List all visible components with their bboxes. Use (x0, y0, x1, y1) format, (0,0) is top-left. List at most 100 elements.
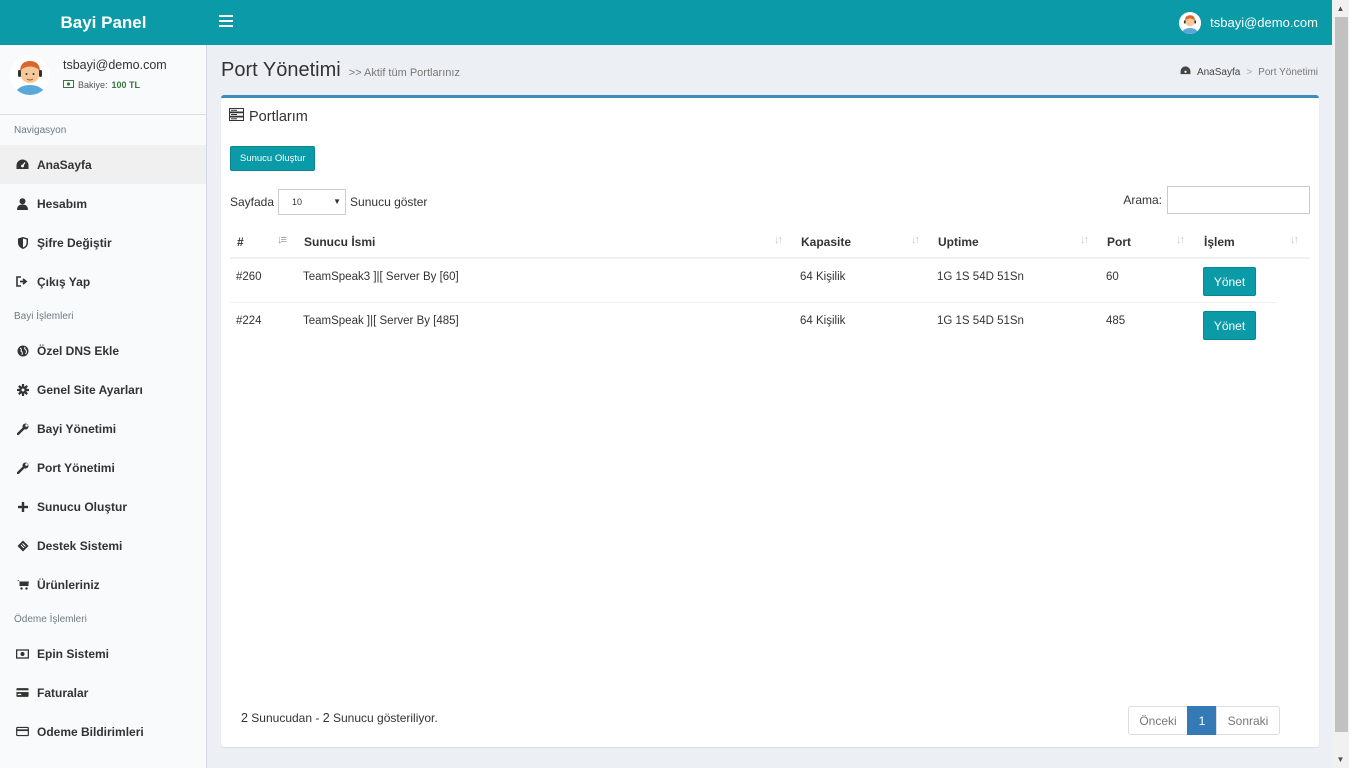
credit-card-icon (16, 686, 29, 699)
logo[interactable]: Bayi Panel (0, 0, 207, 45)
sidebar-user-email: tsbayi@demo.com (63, 58, 167, 72)
cell-capacity: 64 Kişilik (800, 315, 846, 327)
breadcrumb: AnaSayfa > Port Yönetimi (1180, 66, 1318, 78)
column-header-name[interactable]: Sunucu İsmi (304, 225, 375, 259)
sort-icon[interactable]: ↓↑ (1176, 234, 1185, 246)
sign-out-icon (16, 275, 29, 288)
sort-icon[interactable]: ↓↑ (774, 234, 783, 246)
avatar (1179, 11, 1202, 34)
balance-value: 100 TL (111, 80, 141, 90)
cart-icon (16, 578, 29, 591)
breadcrumb-separator: > (1246, 66, 1253, 78)
menu-toggle-icon[interactable] (219, 15, 233, 27)
page-length-value: 10 (292, 197, 303, 207)
sidebar-item-label: Sunucu Oluştur (37, 499, 127, 514)
balance: Bakiye: 100 TL (63, 80, 140, 90)
sidebar-item-urunleriniz[interactable]: Ürünleriniz (0, 565, 206, 604)
search-control: Arama: (1123, 186, 1310, 214)
sidebar-item-odeme-bildirimleri[interactable]: Odeme Bildirimleri (0, 712, 206, 751)
sidebar-item-label: Hesabım (37, 196, 88, 211)
sidebar-user-panel: tsbayi@demo.com Bakiye: 100 TL (0, 45, 206, 115)
cell-name: TeamSpeak ]|[ Server By [485] (303, 315, 459, 327)
table-row: #224 TeamSpeak ]|[ Server By [485] 64 Ki… (230, 303, 1276, 347)
wrench-icon (16, 422, 29, 435)
sidebar-item-port-yonetimi[interactable]: Port Yönetimi (0, 448, 206, 487)
table-info: 2 Sunucudan - 2 Sunucu gösteriliyor. (241, 711, 438, 725)
cell-uptime: 1G 1S 54D 51Sn (937, 315, 1024, 327)
section-header-navigation: Navigasyon (14, 124, 67, 136)
user-menu[interactable]: tsbayi@demo.com (1179, 0, 1318, 45)
page-subtitle: >> Aktif tüm Portlarınız (348, 67, 460, 79)
box-title-text: Portlarım (249, 108, 308, 125)
user-icon (16, 197, 29, 210)
dashboard-icon (16, 158, 29, 171)
sidebar-item-sifre-degistir[interactable]: Şifre Değiştir (0, 223, 206, 262)
ports-table: # ↓≡ Sunucu İsmi ↓↑ Kapasite ↓↑ Uptime ↓… (230, 225, 1310, 347)
length-suffix: Sunucu göster (350, 195, 428, 209)
page-scrollbar[interactable]: ▲ ▼ (1332, 0, 1366, 768)
column-header-capacity[interactable]: Kapasite (801, 225, 851, 259)
sidebar-item-bayi-yonetimi[interactable]: Bayi Yönetimi (0, 409, 206, 448)
sort-icon[interactable]: ↓↑ (911, 234, 920, 246)
sidebar-item-label: AnaSayfa (37, 157, 92, 172)
section-header-odeme-islemleri: Ödeme İşlemleri (14, 613, 87, 625)
info-text-1: Sunucudan - (251, 711, 320, 725)
column-header-action[interactable]: İşlem (1204, 225, 1235, 259)
box-title: Portlarım (229, 108, 308, 125)
sidebar-item-genel-site-ayarlari[interactable]: Genel Site Ayarları (0, 370, 206, 409)
page-title: Port Yönetimi (221, 59, 341, 81)
sidebar-item-hesabim[interactable]: Hesabım (0, 184, 206, 223)
sidebar-item-label: Odeme Bildirimleri (37, 724, 144, 739)
column-header-uptime[interactable]: Uptime (938, 225, 979, 259)
pagination-page-1[interactable]: 1 (1187, 706, 1217, 735)
shield-icon (16, 236, 29, 249)
sidebar-item-label: Faturalar (37, 685, 89, 700)
sidebar-item-label: Epin Sistemi (37, 646, 110, 661)
sort-icon[interactable]: ↓↑ (1080, 234, 1089, 246)
plus-icon (16, 500, 29, 513)
manage-button[interactable]: Yönet (1203, 267, 1256, 296)
pagination-prev[interactable]: Önceki (1128, 706, 1188, 735)
manage-button[interactable]: Yönet (1203, 311, 1256, 340)
pagination-next[interactable]: Sonraki (1216, 706, 1280, 735)
server-icon (229, 108, 244, 125)
sidebar-item-faturalar[interactable]: Faturalar (0, 673, 206, 712)
sidebar-item-label: Özel DNS Ekle (37, 343, 120, 358)
top-header: Bayi Panel tsbayi@demo.com (0, 0, 1332, 45)
create-server-button[interactable]: Sunucu Oluştur (230, 146, 316, 171)
cell-id: #260 (236, 271, 262, 283)
sort-asc-icon[interactable]: ↓≡ (277, 234, 287, 246)
breadcrumb-home-link[interactable]: AnaSayfa (1197, 67, 1240, 78)
search-label: Arama: (1123, 193, 1162, 207)
column-header-port[interactable]: Port (1107, 225, 1131, 259)
avatar (10, 55, 50, 95)
sidebar-item-destek-sistemi[interactable]: Destek Sistemi (0, 526, 206, 565)
header-user-email: tsbayi@demo.com (1210, 15, 1318, 30)
dashboard-icon (1180, 66, 1191, 78)
sort-icon[interactable]: ↓↑ (1290, 234, 1299, 246)
sidebar-item-label: Genel Site Ayarları (37, 382, 143, 397)
scrollbar-thumb[interactable] (1335, 17, 1348, 732)
cell-capacity: 64 Kişilik (800, 271, 846, 283)
sidebar-item-ozel-dns-ekle[interactable]: Özel DNS Ekle (0, 331, 206, 370)
wrench-icon (16, 461, 29, 474)
cell-name: TeamSpeak3 ]|[ Server By [60] (303, 271, 459, 283)
column-header-id[interactable]: # (237, 225, 244, 259)
content-header: Port Yönetimi >> Aktif tüm Portlarınız (221, 59, 460, 82)
page-length-select[interactable]: 10 ▼ (278, 189, 347, 215)
table-header: # ↓≡ Sunucu İsmi ↓↑ Kapasite ↓↑ Uptime ↓… (230, 225, 1310, 259)
globe-icon (16, 344, 29, 357)
search-input[interactable] (1167, 186, 1310, 214)
scroll-down-icon[interactable]: ▼ (1332, 751, 1349, 768)
table-row: #260 TeamSpeak3 ]|[ Server By [60] 64 Ki… (230, 259, 1276, 303)
sidebar-item-anasayfa[interactable]: AnaSayfa (0, 145, 206, 184)
sidebar-item-sunucu-olustur[interactable]: Sunucu Oluştur (0, 487, 206, 526)
balance-label: Bakiye: (78, 80, 108, 90)
money-icon (63, 80, 74, 90)
sidebar-item-epin-sistemi[interactable]: Epin Sistemi (0, 634, 206, 673)
scroll-up-icon[interactable]: ▲ (1332, 0, 1349, 17)
sidebar-item-label: Çıkış Yap (37, 274, 91, 289)
pagination: Önceki 1 Sonraki (1128, 706, 1280, 735)
sidebar-item-cikis-yap[interactable]: Çıkış Yap (0, 262, 206, 301)
credit-card-icon (16, 725, 29, 738)
